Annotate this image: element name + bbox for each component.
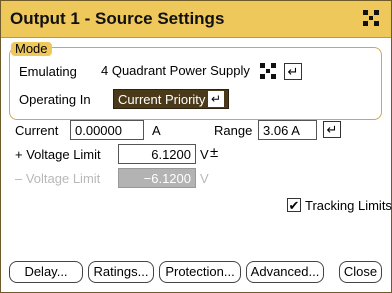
range-label: Range <box>214 123 253 138</box>
title-bar: Output 1 - Source Settings <box>1 1 391 38</box>
window-title: Output 1 - Source Settings <box>10 9 225 28</box>
operating-priority-select[interactable]: Current Priority ↵ <box>113 89 229 109</box>
current-unit: A <box>152 123 161 138</box>
emulating-enter-button[interactable]: ↵ <box>284 63 302 80</box>
advanced-button[interactable]: Advanced... <box>246 261 324 283</box>
tracking-limits-checkbox[interactable]: ✔ <box>287 198 301 212</box>
current-label: Current <box>15 123 59 138</box>
range-select[interactable]: 3.06 A <box>258 120 317 140</box>
mode-grid-icon[interactable] <box>260 63 276 79</box>
voltage-limit-neg-label: – Voltage Limit <box>15 171 101 186</box>
voltage-limit-pos-label: + Voltage Limit <box>15 147 101 162</box>
delay-button[interactable]: Delay... <box>9 261 83 283</box>
operating-priority-value: Current Priority <box>118 92 206 107</box>
ratings-button[interactable]: Ratings... <box>88 261 154 283</box>
plus-minus-icon[interactable]: ± <box>210 144 218 161</box>
close-button[interactable]: Close <box>339 261 382 283</box>
dialog-window: Output 1 - Source Settings Mode Emulatin… <box>0 0 392 293</box>
range-enter-button[interactable]: ↵ <box>323 121 341 138</box>
voltage-limit-neg-unit: V <box>200 171 209 186</box>
operating-label: Operating In <box>19 92 91 107</box>
protection-button[interactable]: Protection... <box>159 261 241 283</box>
operating-enter-button[interactable]: ↵ <box>208 91 224 107</box>
voltage-limit-pos-input[interactable]: 6.1200 <box>118 144 196 164</box>
tracking-limits-label: Tracking Limits <box>305 198 392 213</box>
current-input[interactable]: 0.00000 <box>70 120 144 140</box>
grid-icon[interactable] <box>363 10 379 26</box>
voltage-limit-neg-input: −6.1200 <box>118 168 196 188</box>
emulating-select[interactable]: 4 Quadrant Power Supply <box>96 61 279 81</box>
mode-section-label: Mode <box>11 42 52 56</box>
voltage-limit-pos-unit: V <box>200 147 209 162</box>
emulating-label: Emulating <box>19 64 77 79</box>
